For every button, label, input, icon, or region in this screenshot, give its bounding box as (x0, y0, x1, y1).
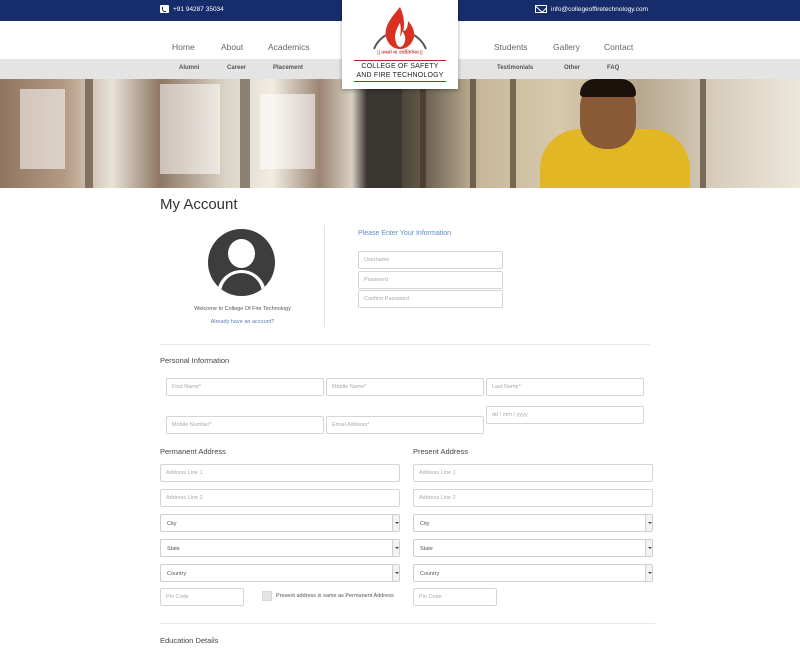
present-country-select[interactable]: Country (413, 564, 653, 582)
personal-info-heading: Personal Information (160, 356, 230, 365)
email-address: info@collegeoffiretechnology.com (551, 5, 649, 13)
chevron-down-icon (645, 540, 652, 556)
mobile-number-input[interactable] (166, 416, 324, 434)
logo-text-line1: COLLEGE OF SAFETY (361, 63, 439, 70)
subnav-other[interactable]: Other (564, 65, 580, 71)
subnav-career[interactable]: Career (227, 65, 246, 71)
date-of-birth-input[interactable] (486, 406, 644, 424)
same-address-label: Present address is same as Permanent Add… (276, 593, 394, 599)
present-country-value: Country (420, 571, 440, 577)
username-input[interactable] (358, 251, 503, 269)
present-city-value: City (420, 521, 430, 527)
page-title: My Account (160, 196, 238, 213)
chevron-down-icon (645, 515, 652, 531)
section-divider (160, 344, 650, 345)
nav-gallery[interactable]: Gallery (553, 42, 580, 52)
permanent-state-select[interactable]: State (160, 539, 400, 557)
permanent-pin-code-input[interactable] (160, 588, 244, 606)
welcome-text: Welcome to College Of Fire Technology (194, 306, 291, 312)
confirm-password-input[interactable] (358, 290, 503, 308)
education-details-heading: Education Details (160, 636, 219, 645)
first-name-input[interactable] (166, 378, 324, 396)
nav-students[interactable]: Students (494, 42, 528, 52)
login-link[interactable]: Already have an account? (160, 319, 325, 325)
nav-home[interactable]: Home (172, 42, 195, 52)
subnav-faq[interactable]: FAQ (607, 65, 619, 71)
phone-number: +91 94287 35034 (173, 5, 224, 13)
present-pin-code-input[interactable] (413, 588, 497, 606)
password-input[interactable] (358, 271, 503, 289)
phone-icon (160, 5, 169, 13)
section-divider (160, 623, 655, 624)
last-name-input[interactable] (486, 378, 644, 396)
present-city-select[interactable]: City (413, 514, 653, 532)
permanent-address-line2[interactable] (160, 489, 400, 507)
email-input[interactable] (326, 416, 484, 434)
permanent-address-line1[interactable] (160, 464, 400, 482)
email-contact[interactable]: info@collegeoffiretechnology.com (535, 5, 648, 13)
chevron-down-icon (392, 540, 399, 556)
logo-divider (354, 60, 446, 61)
chevron-down-icon (392, 515, 399, 531)
present-address-line1[interactable] (413, 464, 653, 482)
subnav-alumni[interactable]: Alumni (179, 65, 199, 71)
present-address-heading: Present Address (413, 447, 469, 456)
chevron-down-icon (645, 565, 652, 581)
college-logo[interactable]: || तमसो मा ज्योतिर्गमय || COLLEGE OF SAF… (342, 0, 458, 89)
nav-academics[interactable]: Academics (268, 42, 310, 52)
user-avatar-icon (208, 229, 275, 296)
logo-motto: || तमसो मा ज्योतिर्गमय || (377, 50, 423, 56)
logo-text-line2: AND FIRE TECHNOLOGY (356, 72, 444, 79)
mail-icon (535, 5, 547, 13)
permanent-country-value: Country (167, 571, 187, 577)
hero-banner (0, 79, 800, 188)
permanent-city-select[interactable]: City (160, 514, 400, 532)
permanent-city-value: City (167, 521, 177, 527)
flame-emblem-icon (373, 7, 427, 50)
phone-contact[interactable]: +91 94287 35034 (160, 5, 224, 13)
permanent-state-value: State (167, 546, 180, 552)
permanent-address-heading: Permanent Address (160, 447, 226, 456)
present-state-value: State (420, 546, 433, 552)
logo-underline (354, 81, 446, 82)
nav-contact[interactable]: Contact (604, 42, 633, 52)
same-address-checkbox[interactable] (262, 591, 272, 601)
middle-name-input[interactable] (326, 378, 484, 396)
subnav-testimonials[interactable]: Testimonials (497, 65, 533, 71)
permanent-country-select[interactable]: Country (160, 564, 400, 582)
vertical-divider (324, 225, 325, 327)
nav-about[interactable]: About (221, 42, 243, 52)
present-address-line2[interactable] (413, 489, 653, 507)
info-heading: Please Enter Your Information (358, 230, 452, 237)
subnav-placement[interactable]: Placement (273, 65, 303, 71)
present-state-select[interactable]: State (413, 539, 653, 557)
chevron-down-icon (392, 565, 399, 581)
